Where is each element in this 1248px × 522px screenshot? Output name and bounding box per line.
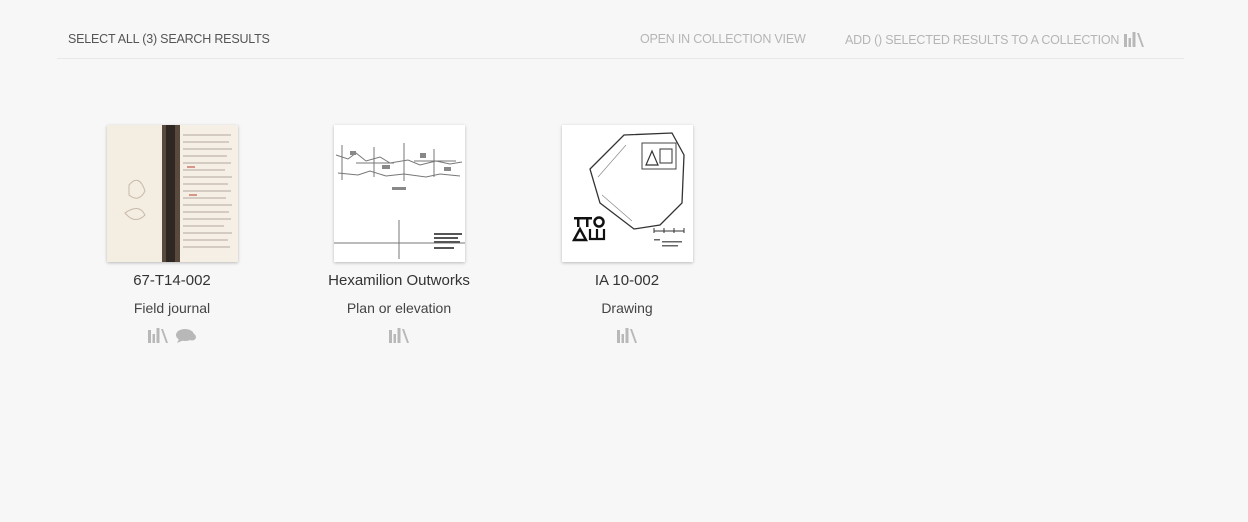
library-icon[interactable] (388, 327, 410, 343)
result-actions (299, 326, 499, 344)
result-title[interactable]: Hexamilion Outworks (299, 272, 499, 289)
result-thumbnail[interactable] (106, 125, 238, 262)
add-to-collection-link[interactable]: ADD () SELECTED RESULTS TO A COLLECTION (845, 32, 1145, 50)
result-actions (72, 326, 272, 344)
comment-icon[interactable] (175, 328, 197, 343)
result-card: IA 10-002 Drawing (527, 125, 727, 344)
result-type: Drawing (601, 300, 653, 316)
result-thumbnail[interactable] (561, 125, 693, 262)
library-icon[interactable] (147, 327, 169, 343)
result-actions (527, 326, 727, 344)
result-thumbnail[interactable] (333, 125, 465, 262)
result-type: Field journal (133, 300, 211, 316)
result-card: 67-T14-002 Field journal (72, 125, 272, 344)
result-card: Hexamilion Outworks Plan or elevation (299, 125, 499, 344)
results-toolbar: SELECT ALL (3) SEARCH RESULTS OPEN IN CO… (57, 28, 1184, 59)
library-icon[interactable] (616, 327, 638, 343)
result-title[interactable]: IA 10-002 (527, 272, 727, 289)
select-all-link[interactable]: SELECT ALL (3) SEARCH RESULTS (68, 32, 270, 46)
add-to-collection-label: ADD () SELECTED RESULTS TO A COLLECTION (845, 33, 1120, 47)
result-title[interactable]: 67-T14-002 (72, 272, 272, 289)
result-type: Plan or elevation (346, 300, 452, 316)
open-collection-view-link[interactable]: OPEN IN COLLECTION VIEW (640, 32, 806, 46)
library-icon (1123, 32, 1145, 50)
